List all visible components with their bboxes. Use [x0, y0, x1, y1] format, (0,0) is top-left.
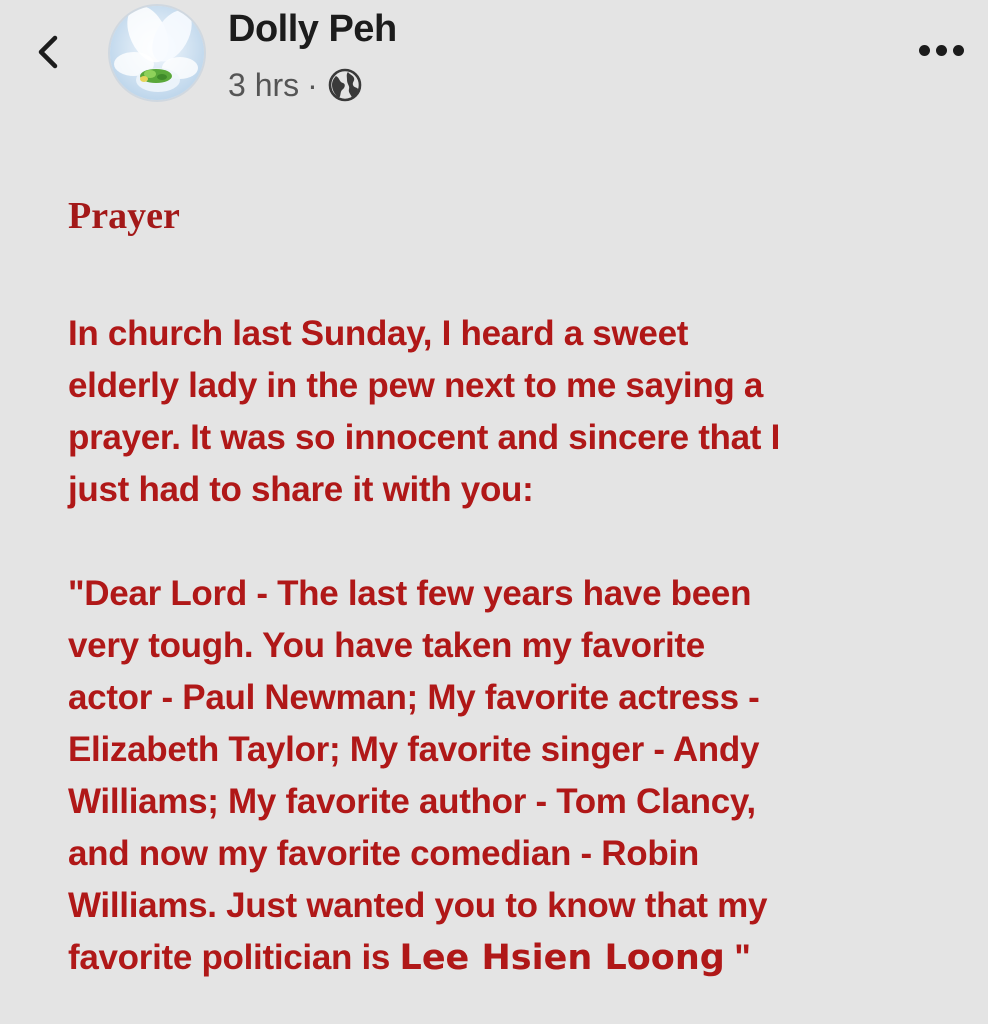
body-line: Williams. Just wanted you to know that m… — [68, 886, 768, 925]
body-line: very tough. You have taken my favorite — [68, 626, 705, 665]
post-body: In church last Sunday, I heard a sweet e… — [68, 308, 968, 984]
body-line-last: favorite politician is Lee Hsien Loong " — [68, 932, 968, 984]
body-line: actor - Paul Newman; My favorite actress… — [68, 678, 760, 717]
body-line: "Dear Lord - The last few years have bee… — [68, 574, 752, 613]
globe-icon[interactable] — [326, 66, 364, 104]
timestamp[interactable]: 3 hrs — [228, 67, 299, 104]
more-dot-icon — [952, 44, 964, 56]
facebook-post-view: Dolly Peh 3 hrs · Prayer In church last … — [0, 0, 988, 1024]
post-image[interactable]: Prayer In church last Sunday, I heard a … — [0, 130, 988, 1024]
body-line: elderly lady in the pew next to me sayin… — [68, 366, 764, 405]
body-line: In church last Sunday, I heard a sweet — [68, 314, 689, 353]
more-options-button[interactable] — [912, 32, 970, 68]
avatar[interactable] — [108, 4, 206, 102]
last-line-prefix: favorite politician is — [68, 938, 400, 977]
flower-avatar-image — [110, 6, 204, 100]
chevron-left-icon — [38, 35, 58, 69]
post-meta: 3 hrs · — [228, 66, 364, 104]
body-line: and now my favorite comedian - Robin — [68, 834, 699, 873]
body-line: just had to share it with you: — [68, 470, 534, 509]
more-dot-icon — [918, 44, 930, 56]
body-line: prayer. It was so innocent and sincere t… — [68, 418, 780, 457]
politician-name: Lee Hsien Loong — [399, 938, 725, 978]
body-line: Williams; My favorite author - Tom Clanc… — [68, 782, 756, 821]
closing-quote: " — [724, 938, 751, 977]
more-dot-icon — [935, 44, 947, 56]
post-title: Prayer — [68, 195, 180, 237]
meta-separator: · — [307, 66, 318, 103]
body-line: Elizabeth Taylor; My favorite singer - A… — [68, 730, 760, 769]
back-button[interactable] — [28, 30, 68, 74]
author-name[interactable]: Dolly Peh — [228, 8, 397, 51]
